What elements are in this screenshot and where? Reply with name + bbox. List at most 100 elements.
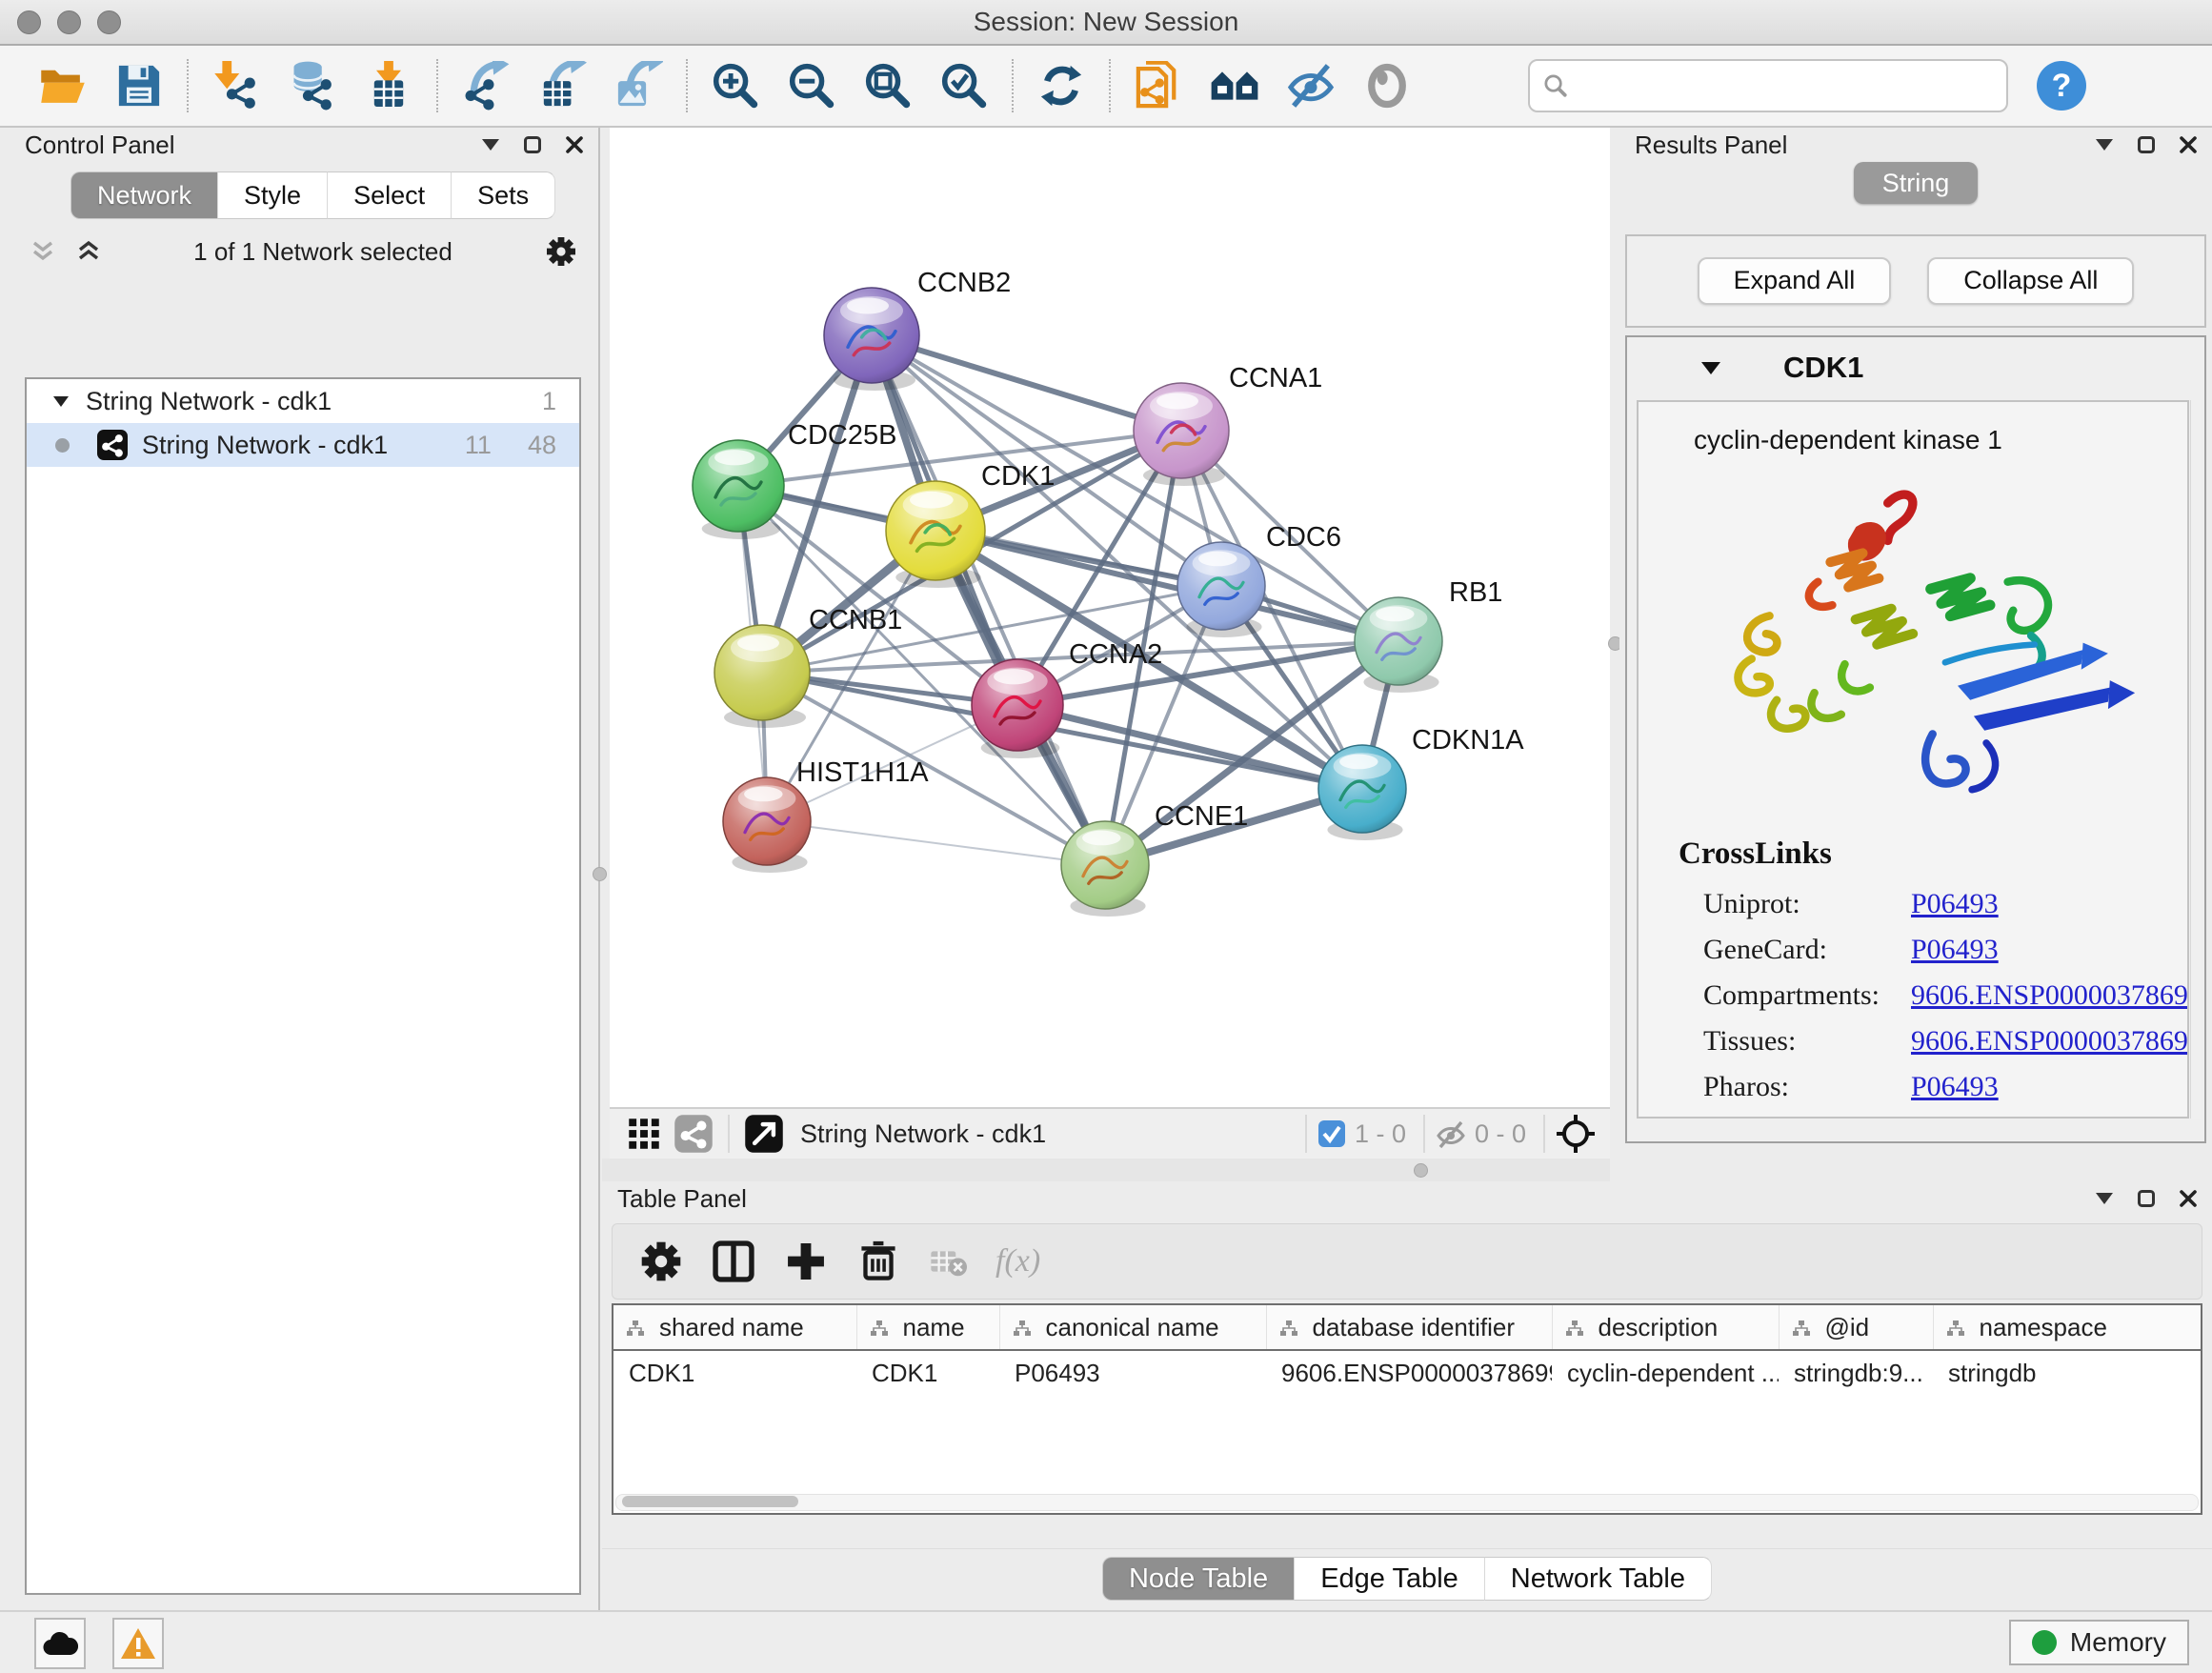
import-network-database-icon[interactable]	[288, 61, 337, 111]
network-collection-list: String Network - cdk1 1 String Network -…	[25, 377, 581, 1595]
crosslink-link[interactable]: P06493	[1911, 1071, 1999, 1103]
left-splitter-handle[interactable]	[593, 867, 607, 881]
node-label-CDKN1A: CDKN1A	[1412, 725, 1524, 756]
search-field	[1528, 59, 2008, 112]
edge-CCNE1-HIST1H1A[interactable]	[767, 821, 1105, 865]
tab-style[interactable]: Style	[218, 171, 328, 219]
expand-all-icon[interactable]	[76, 239, 101, 264]
tab-string[interactable]: String	[1854, 162, 1979, 204]
panel-float-icon[interactable]	[524, 136, 541, 153]
zoom-fit-icon[interactable]	[863, 61, 913, 111]
export-image-icon[interactable]	[613, 61, 663, 111]
birdseye-icon[interactable]	[1555, 1113, 1597, 1155]
horizontal-splitter[interactable]	[602, 1159, 1610, 1181]
crosslink-link[interactable]: 9606.ENSP00000378699	[1911, 1025, 2189, 1058]
add-column-icon[interactable]	[784, 1240, 828, 1283]
tab-node-table[interactable]: Node Table	[1102, 1557, 1295, 1601]
zoom-out-icon[interactable]	[787, 61, 836, 111]
network-node-HIST1H1A[interactable]: HIST1H1A	[723, 757, 929, 873]
column-header-namespace[interactable]: namespace	[1933, 1305, 2202, 1350]
panel-close-icon[interactable]	[566, 136, 583, 153]
toolbar-separator	[436, 59, 438, 112]
panel-menu-icon[interactable]	[2096, 139, 2113, 151]
network-node-CCNA1[interactable]: CCNA1	[1134, 363, 1322, 486]
collapse-all-icon[interactable]	[30, 239, 55, 264]
import-network-file-icon[interactable]	[211, 61, 261, 111]
network-options-gear-icon[interactable]	[545, 235, 577, 268]
tab-edge-table[interactable]: Edge Table	[1295, 1557, 1485, 1601]
crosslink-row: Compartments:9606.ENSP00000378699	[1639, 973, 2187, 1018]
tab-select[interactable]: Select	[328, 171, 452, 219]
string-document-icon[interactable]	[1134, 61, 1183, 111]
panel-menu-icon[interactable]	[2096, 1193, 2113, 1204]
help-button[interactable]: ?	[2037, 61, 2086, 111]
table-tabs: Node TableEdge TableNetwork Table	[602, 1548, 2212, 1599]
column-header-database-identifier[interactable]: database identifier	[1266, 1305, 1552, 1350]
results-scrollbar[interactable]	[2190, 400, 2201, 1119]
refresh-icon[interactable]	[1036, 61, 1086, 111]
network-row[interactable]: String Network - cdk1 11 48	[27, 423, 579, 467]
gene-collapse-icon[interactable]	[1701, 362, 1720, 374]
collapse-all-button[interactable]: Collapse All	[1927, 257, 2134, 305]
grid-view-icon[interactable]	[623, 1114, 665, 1154]
column-header-description[interactable]: description	[1552, 1305, 1779, 1350]
toolbar-separator	[1423, 1115, 1425, 1153]
crosslink-link[interactable]: P06493	[1911, 888, 1999, 920]
table-options-gear-icon[interactable]	[639, 1240, 683, 1283]
column-header-@id[interactable]: @id	[1779, 1305, 1933, 1350]
panel-close-icon[interactable]	[2180, 1190, 2197, 1207]
zoom-selected-icon[interactable]	[939, 61, 989, 111]
show-glass-icon[interactable]	[1362, 61, 1412, 111]
string-view-icon[interactable]	[673, 1114, 714, 1154]
save-session-icon[interactable]	[114, 61, 164, 111]
export-network-icon[interactable]	[461, 61, 511, 111]
panel-close-icon[interactable]	[2180, 136, 2197, 153]
cloud-status-button[interactable]	[34, 1618, 86, 1669]
import-table-file-icon[interactable]	[364, 61, 413, 111]
detach-view-icon[interactable]	[743, 1114, 785, 1154]
search-input[interactable]	[1576, 66, 2006, 106]
network-canvas[interactable]: CCNB2CCNA1CDC25BCDK1CDC6RB1CCNB1CCNA2CDK…	[610, 128, 1610, 1107]
column-header-canonical-name[interactable]: canonical name	[999, 1305, 1266, 1350]
crosslink-row: Tissues:9606.ENSP00000378699	[1639, 1018, 2187, 1064]
column-header-shared-name[interactable]: shared name	[613, 1305, 856, 1350]
crosslink-link[interactable]: 9606.ENSP00000378699	[1911, 979, 2189, 1012]
panel-menu-icon[interactable]	[482, 139, 499, 151]
delete-table-icon[interactable]	[929, 1240, 967, 1283]
hide-glass-icon[interactable]	[1286, 61, 1336, 111]
tab-network[interactable]: Network	[70, 171, 218, 219]
delete-column-icon[interactable]	[856, 1240, 900, 1283]
table-panel-title: Table Panel	[617, 1184, 747, 1214]
column-header-name[interactable]: name	[856, 1305, 999, 1350]
toolbar-separator	[187, 59, 189, 112]
function-builder-button[interactable]: f(x)	[995, 1243, 1040, 1280]
zoom-in-icon[interactable]	[711, 61, 760, 111]
expand-all-button[interactable]: Expand All	[1698, 257, 1892, 305]
tab-network-table[interactable]: Network Table	[1485, 1557, 1712, 1601]
network-view-toolbar: String Network - cdk1 1 - 0 0 - 0	[610, 1107, 1610, 1159]
table-hscrollbar-track[interactable]	[615, 1494, 2199, 1511]
table-row[interactable]: CDK1CDK1P064939606.ENSP00000378699cyclin…	[613, 1350, 2202, 1395]
horizontal-splitter-handle[interactable]	[1414, 1163, 1428, 1178]
string-home-icon[interactable]	[1210, 61, 1259, 111]
collection-count: 1	[542, 387, 556, 416]
network-node-CDK1[interactable]: CDK1	[886, 461, 1055, 588]
network-collection-row[interactable]: String Network - cdk1 1	[27, 379, 579, 423]
selected-checkbox-icon[interactable]	[1317, 1119, 1347, 1149]
network-node-CCNE1[interactable]: CCNE1	[1061, 801, 1248, 917]
edge-CCNB2-CCNA1[interactable]	[872, 335, 1181, 431]
memory-button[interactable]: Memory	[2009, 1620, 2189, 1665]
panel-float-icon[interactable]	[2138, 1190, 2155, 1207]
warnings-button[interactable]	[112, 1618, 164, 1669]
collection-expand-icon[interactable]	[53, 396, 69, 407]
tab-sets[interactable]: Sets	[452, 171, 555, 219]
panel-float-icon[interactable]	[2138, 136, 2155, 153]
crosslink-link[interactable]: P06493	[1911, 934, 1999, 966]
show-columns-icon[interactable]	[712, 1240, 755, 1283]
open-session-icon[interactable]	[38, 61, 88, 111]
network-node-RB1[interactable]: RB1	[1355, 577, 1502, 693]
table-hscrollbar-thumb[interactable]	[622, 1496, 798, 1507]
main-toolbar: ?	[0, 46, 2212, 128]
network-node-CDKN1A[interactable]: CDKN1A	[1318, 725, 1524, 840]
export-table-icon[interactable]	[537, 61, 587, 111]
